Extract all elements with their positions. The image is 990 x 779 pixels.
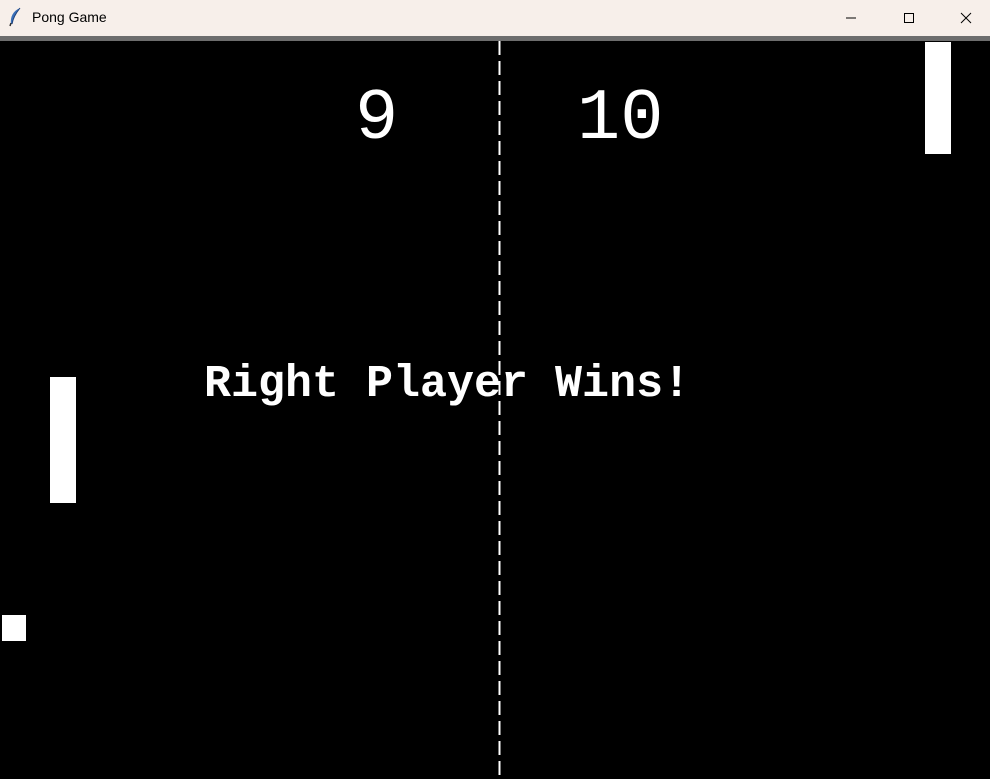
game-canvas[interactable]: 9 10 Right Player Wins! — [0, 41, 990, 779]
right-score: 10 — [577, 78, 664, 160]
winner-message: Right Player Wins! — [204, 359, 691, 410]
close-button[interactable] — [937, 0, 990, 36]
feather-icon — [7, 7, 23, 27]
minimize-icon — [845, 12, 857, 24]
minimize-button[interactable] — [822, 0, 880, 36]
maximize-button[interactable] — [880, 0, 938, 36]
title-bar[interactable]: Pong Game — [0, 0, 990, 36]
app-window: Pong Game 9 10 Right Player Wins! — [0, 0, 990, 779]
close-icon — [960, 12, 972, 24]
right-paddle — [925, 42, 951, 154]
left-paddle — [50, 377, 76, 503]
left-score: 9 — [355, 78, 399, 160]
ball — [2, 615, 26, 641]
maximize-icon — [903, 12, 915, 24]
window-title: Pong Game — [32, 9, 107, 25]
